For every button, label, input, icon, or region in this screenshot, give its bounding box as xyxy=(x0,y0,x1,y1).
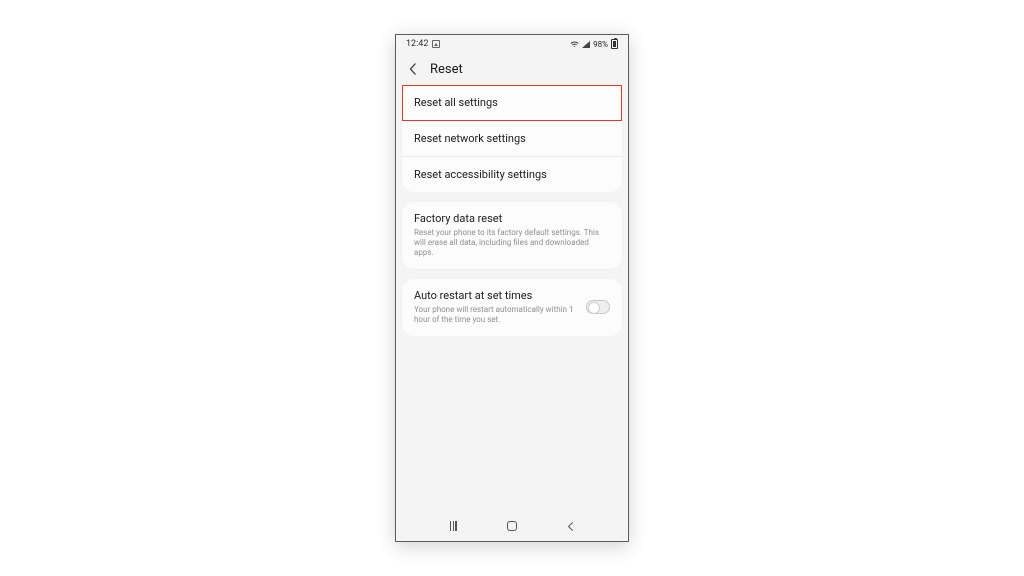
factory-data-reset-row[interactable]: Factory data reset Reset your phone to i… xyxy=(402,202,622,269)
phone-frame: 12:42 98% Reset xyxy=(395,34,629,542)
page-title: Reset xyxy=(430,62,463,77)
auto-restart-card: Auto restart at set times Your phone wil… xyxy=(402,279,622,336)
row-subtitle: Reset your phone to its factory default … xyxy=(414,228,610,258)
auto-restart-row[interactable]: Auto restart at set times Your phone wil… xyxy=(402,279,622,336)
system-nav-bar xyxy=(396,513,628,541)
gallery-icon xyxy=(432,40,440,48)
nav-home-button[interactable] xyxy=(503,517,521,535)
recents-icon xyxy=(450,521,457,531)
row-label: Reset accessibility settings xyxy=(414,168,547,181)
auto-restart-toggle[interactable] xyxy=(586,300,610,314)
stage: 12:42 98% Reset xyxy=(0,0,1024,576)
row-title: Auto restart at set times xyxy=(414,289,578,302)
battery-icon xyxy=(611,39,618,49)
content-area: Reset all settings Reset network setting… xyxy=(396,85,628,513)
factory-reset-card: Factory data reset Reset your phone to i… xyxy=(402,202,622,269)
row-title: Factory data reset xyxy=(414,212,610,225)
signal-icon xyxy=(582,41,590,48)
reset-options-card: Reset all settings Reset network setting… xyxy=(402,85,622,192)
status-bar: 12:42 98% xyxy=(396,35,628,53)
screen-header: Reset xyxy=(396,53,628,85)
row-label: Reset network settings xyxy=(414,132,526,145)
row-label: Reset all settings xyxy=(414,96,498,109)
nav-back-button[interactable] xyxy=(562,517,580,535)
battery-percent: 98% xyxy=(593,40,608,49)
chevron-left-icon xyxy=(566,521,575,532)
status-time: 12:42 xyxy=(406,39,428,49)
reset-network-settings-row[interactable]: Reset network settings xyxy=(402,121,622,157)
status-right: 98% xyxy=(570,39,618,49)
chevron-left-icon xyxy=(408,63,418,75)
back-button[interactable] xyxy=(406,62,420,76)
status-left: 12:42 xyxy=(406,39,440,49)
wifi-icon xyxy=(570,41,579,48)
reset-accessibility-settings-row[interactable]: Reset accessibility settings xyxy=(402,157,622,192)
home-icon xyxy=(507,521,517,531)
reset-all-settings-row[interactable]: Reset all settings xyxy=(402,85,622,121)
nav-recents-button[interactable] xyxy=(444,517,462,535)
row-subtitle: Your phone will restart automatically wi… xyxy=(414,305,578,325)
